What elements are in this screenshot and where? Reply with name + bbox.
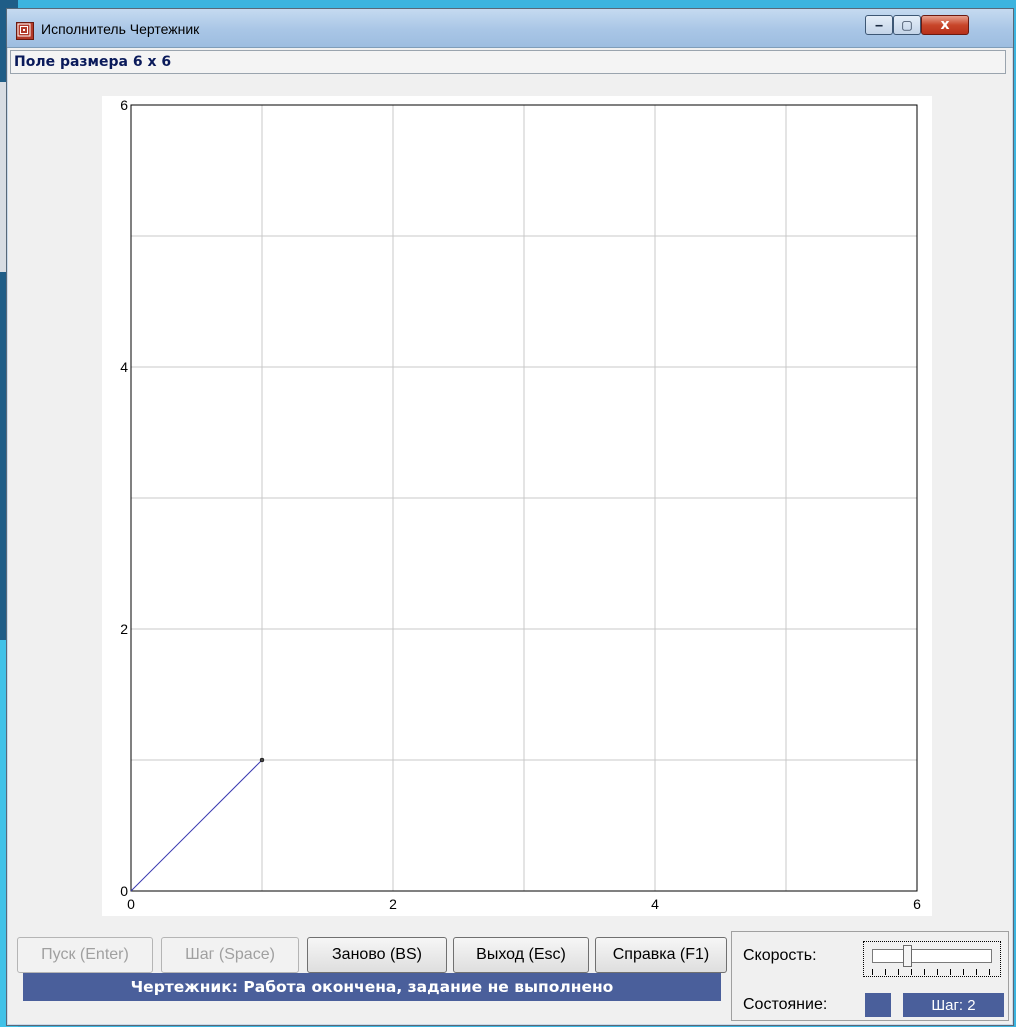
state-label: Состояние: (743, 996, 828, 1013)
exit-button[interactable]: Выход (Esc) (453, 937, 589, 973)
drawing-field: 0 2 4 6 0 2 4 6 (102, 96, 932, 916)
speed-state-panel: Скорость: Состояние: Шаг: 2 (731, 931, 1009, 1021)
x-tick-label: 0 (127, 896, 135, 912)
minimize-icon: ‒ (874, 18, 884, 32)
field-size-bar: Поле размера 6 x 6 (10, 50, 1006, 74)
y-tick-label: 6 (120, 97, 128, 113)
app-window: Исполнитель Чертежник ‒ ▢ x Поле размера… (6, 8, 1014, 1026)
state-indicator (865, 993, 891, 1017)
x-tick-label: 6 (913, 896, 921, 912)
reset-button[interactable]: Заново (BS) (307, 937, 447, 973)
speed-slider-track (872, 949, 992, 963)
title-bar[interactable]: Исполнитель Чертежник ‒ ▢ x (7, 9, 1013, 48)
app-icon (16, 22, 34, 40)
speed-slider[interactable] (863, 941, 1001, 977)
y-tick-label: 0 (120, 883, 128, 899)
pen-position-marker (259, 757, 265, 763)
maximize-icon: ▢ (901, 18, 913, 32)
help-button[interactable]: Справка (F1) (595, 937, 727, 973)
close-button[interactable]: x (921, 15, 969, 35)
close-icon: x (940, 17, 950, 33)
x-tick-label: 2 (389, 896, 397, 912)
drawn-segment (130, 759, 263, 892)
minimize-button[interactable]: ‒ (865, 15, 893, 35)
run-button[interactable]: Пуск (Enter) (17, 937, 153, 973)
x-tick-label: 4 (651, 896, 659, 912)
step-button[interactable]: Шаг (Space) (161, 937, 299, 973)
y-tick-label: 2 (120, 621, 128, 637)
speed-label: Скорость: (743, 947, 817, 964)
maximize-button[interactable]: ▢ (893, 15, 921, 35)
speed-slider-ticks (872, 969, 994, 975)
y-tick-label: 4 (120, 359, 128, 375)
window-title: Исполнитель Чертежник (41, 21, 200, 37)
drawing-field-chart: 0 2 4 6 0 2 4 6 (120, 97, 921, 912)
step-counter: Шаг: 2 (903, 993, 1004, 1017)
speed-slider-thumb[interactable] (903, 945, 913, 967)
status-bar: Чертежник: Работа окончена, задание не в… (23, 973, 721, 1001)
field-size-label: Поле размера 6 x 6 (14, 54, 172, 70)
